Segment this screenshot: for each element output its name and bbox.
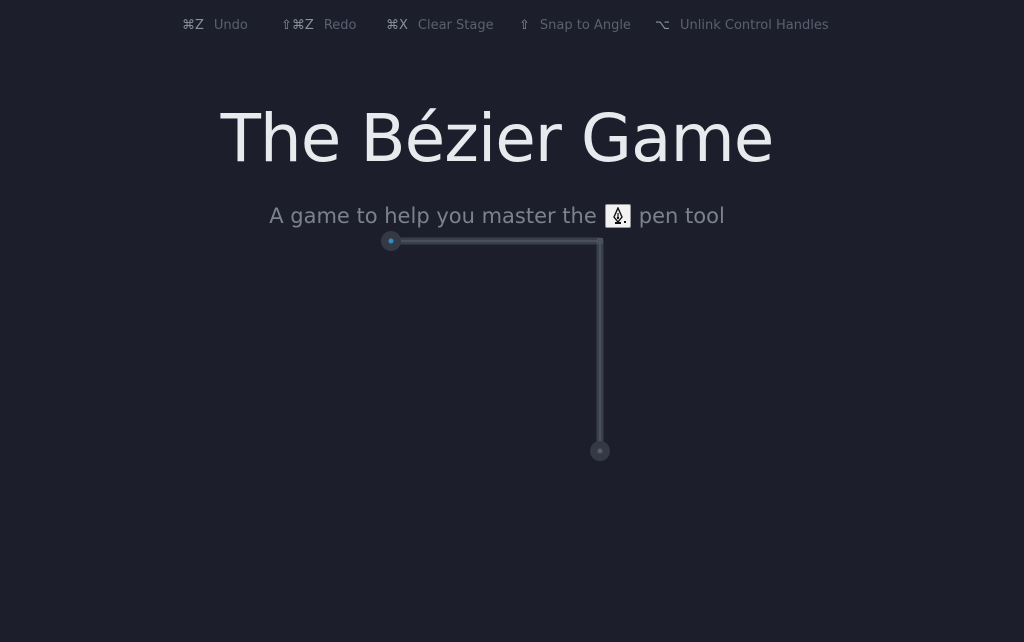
bezier-path [387, 237, 604, 455]
command-z-key: ⌘Z [182, 18, 204, 33]
bezier-canvas [381, 231, 610, 461]
subtitle-text-before: A game to help you master the [269, 204, 597, 228]
shift-key-icon: ⇧ [519, 18, 530, 33]
undo-label: Undo [213, 18, 248, 33]
unlink-control-handles-label: Unlink Control Handles [679, 18, 829, 33]
shortcut-bar: ⌘Z Undo ⇧⌘Z Redo ⌘X Clear Stage ⇧ Snap t… [0, 18, 1024, 42]
game-stage[interactable]: ⌘Z Undo ⇧⌘Z Redo ⌘X Clear Stage ⇧ Snap t… [0, 0, 1024, 642]
page-subtitle: A game to help you master the pen tool [0, 204, 994, 228]
subtitle-text-after: pen tool [638, 204, 725, 228]
clear-stage-shortcut[interactable]: ⌘X Clear Stage [386, 18, 494, 33]
anchor-point-corner[interactable] [597, 238, 603, 244]
clear-stage-label: Clear Stage [417, 18, 494, 33]
redo-label: Redo [323, 18, 357, 33]
shift-command-z-key: ⇧⌘Z [281, 18, 314, 33]
page-title: The Bézier Game [220, 100, 775, 177]
undo-shortcut[interactable]: ⌘Z Undo [182, 18, 248, 33]
redo-shortcut[interactable]: ⇧⌘Z Redo [281, 18, 356, 33]
pen-tool-icon [604, 204, 631, 228]
snap-to-angle-label: Snap to Angle [539, 18, 631, 33]
bezier-path-group [387, 237, 604, 455]
unlink-control-handles-shortcut[interactable]: ⌥ Unlink Control Handles [655, 18, 829, 33]
snap-to-angle-shortcut[interactable]: ⇧ Snap to Angle [519, 18, 631, 33]
command-x-key: ⌘X [386, 18, 408, 33]
option-key-icon: ⌥ [655, 18, 670, 33]
anchor-point-start[interactable] [381, 231, 401, 251]
anchor-point-end[interactable] [590, 441, 610, 461]
bezier-path-highlight [391, 240, 601, 451]
